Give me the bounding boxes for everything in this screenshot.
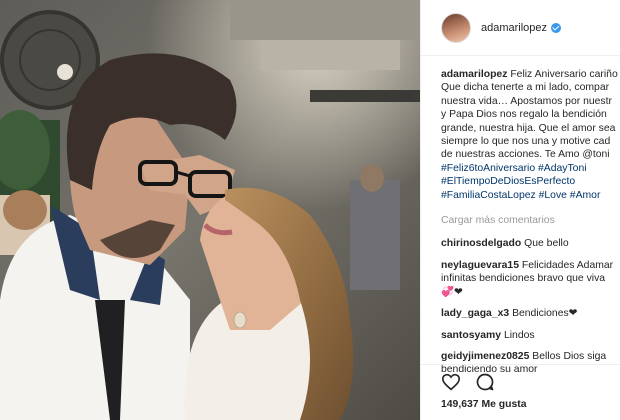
header-username[interactable]: adamarilopez: [481, 22, 547, 34]
hashtag-line[interactable]: #ElTiempoDeDiosEsPerfecto: [441, 175, 616, 188]
comment-item: lady_gaga_x3 Bendiciones❤: [441, 307, 616, 320]
avatar[interactable]: [441, 12, 471, 43]
likes-count[interactable]: 149,637 Me gusta: [441, 399, 620, 410]
comment-icon[interactable]: [475, 372, 495, 392]
heart-icon[interactable]: [441, 373, 461, 391]
comment-username[interactable]: geidyjimenez0825: [441, 351, 529, 362]
comment-text: 💞❤: [441, 286, 463, 298]
comment-text: Bellos Dios siga: [532, 350, 607, 362]
comment-text: Que bello: [524, 238, 569, 250]
comment-text: Lindos: [503, 329, 535, 341]
caption-line: Feliz Aniversario cariño: [510, 69, 618, 80]
post-side-panel: adamarilopez adamarilopez Feliz Aniversa…: [420, 0, 620, 420]
comment-username[interactable]: santosyamy: [441, 330, 501, 341]
caption-line: nuestra vida… Apostamos por nuestr: [441, 95, 612, 107]
post-header: adamarilopez: [421, 0, 620, 56]
couple-kissing-photo: [0, 0, 420, 420]
verified-badge-icon: [551, 22, 562, 33]
post-photo[interactable]: [0, 0, 420, 420]
caption-username[interactable]: adamarilopez: [441, 69, 507, 80]
comment-text: infinitas bendiciones bravo que viva: [441, 273, 606, 285]
hashtag-line[interactable]: #Feliz6toAniversario #AdayToni: [441, 162, 616, 175]
comment-item: santosyamy Lindos: [441, 329, 616, 342]
caption-line: de nuestras acciones. Te Amo @toni: [441, 149, 610, 161]
post-caption: adamarilopez Feliz Aniversario cariño Qu…: [441, 68, 618, 202]
comment-text: Felicidades Adamar: [521, 259, 614, 271]
caption-line: grande, nuestra hija. Que el amor sea: [441, 122, 616, 134]
comment-username[interactable]: neylaguevara15: [441, 260, 519, 271]
comment-item: neylaguevara15 Felicidades Adamar infini…: [441, 259, 616, 299]
caption-line: Que dicha tenerte a mi lado, compar: [441, 82, 610, 94]
hashtag-line[interactable]: #FamiliaCostaLopez #Love #Amor: [441, 189, 616, 202]
comment-username[interactable]: chirinosdelgado: [441, 238, 521, 249]
load-more-comments-link[interactable]: Cargar más comentarios: [441, 214, 616, 227]
comment-item: chirinosdelgado Que bello: [441, 237, 616, 250]
comments-section: adamarilopez Feliz Aniversario cariño Qu…: [421, 56, 620, 377]
comment-username[interactable]: lady_gaga_x3: [441, 308, 509, 319]
comment-text: Bendiciones❤: [512, 308, 578, 320]
caption-line: y Papa Dios nos regalo la bendición: [441, 109, 607, 121]
post-actions: 149,637 Me gusta: [421, 364, 620, 420]
caption-line: siempre lo que nos una y motive cad: [441, 136, 611, 148]
